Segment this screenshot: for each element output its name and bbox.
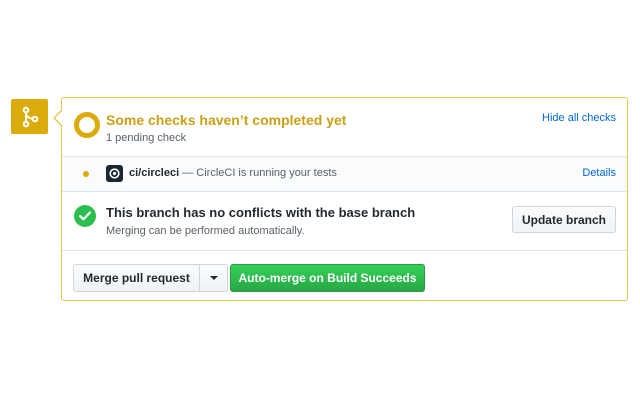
circleci-icon — [106, 165, 123, 182]
check-description: ci/circleci — CircleCI is running your t… — [129, 167, 337, 179]
checks-status-title: Some checks haven’t completed yet — [106, 112, 347, 128]
checks-status-section: Some checks haven’t completed yet 1 pend… — [62, 98, 627, 157]
merge-method-dropdown-button[interactable] — [199, 264, 228, 292]
merge-conflicts-section: This branch has no conflicts with the ba… — [62, 192, 627, 251]
merge-pull-request-button[interactable]: Merge pull request — [73, 264, 200, 292]
check-icon — [74, 205, 96, 227]
pending-ring-icon — [74, 112, 100, 138]
check-row: ci/circleci — CircleCI is running your t… — [62, 157, 627, 192]
update-branch-button[interactable]: Update branch — [512, 206, 616, 233]
check-name: ci/circleci — [129, 167, 180, 179]
auto-merge-button[interactable]: Auto-merge on Build Succeeds — [230, 264, 425, 292]
triangle-down-icon — [209, 276, 218, 280]
merge-status-panel: Some checks haven’t completed yet 1 pend… — [53, 97, 628, 303]
check-status-text: — CircleCI is running your tests — [179, 167, 337, 179]
checks-status-subtitle: 1 pending check — [106, 132, 187, 144]
pending-dot-icon — [83, 171, 89, 177]
merge-status-subtitle: Merging can be performed automatically. — [106, 225, 305, 237]
git-merge-icon — [11, 99, 48, 134]
hide-all-checks-link[interactable]: Hide all checks — [542, 112, 616, 124]
merge-actions-section: Merge pull request Auto-merge on Build S… — [62, 251, 627, 303]
merge-status-title: This branch has no conflicts with the ba… — [106, 205, 416, 220]
check-details-link[interactable]: Details — [582, 167, 616, 179]
